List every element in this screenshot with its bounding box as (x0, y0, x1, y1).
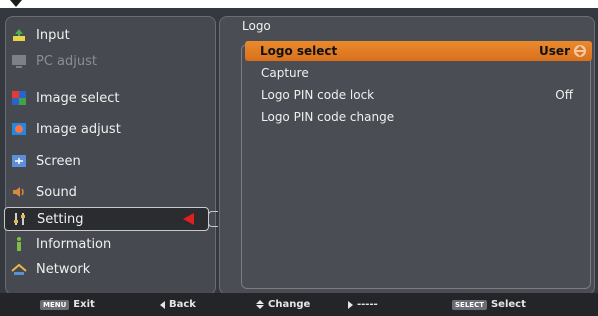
hint-back: Back (160, 299, 196, 310)
sound-icon (10, 183, 28, 201)
hint-exit: MENU Exit (40, 299, 95, 310)
hint-change-label: Change (268, 299, 311, 310)
select-key-icon: SELECT (452, 299, 487, 310)
menu-item-label: Sound (36, 184, 77, 200)
up-down-icon[interactable] (574, 45, 586, 57)
pc-adjust-icon (10, 52, 28, 70)
input-icon (10, 26, 28, 44)
hint-select-label: Select (490, 299, 526, 310)
network-icon (10, 260, 28, 278)
scroll-up-icon[interactable] (10, 0, 22, 7)
osd-menu: Input PC adjust Image select Image adjus… (0, 8, 598, 316)
hint-exit-label: Exit (73, 299, 95, 310)
selected-arrow-icon (183, 213, 194, 225)
row-logo-pin-code-lock[interactable]: Logo PIN code lock Off (243, 85, 591, 105)
row-label: Logo PIN code change (261, 110, 395, 124)
row-label: Capture (261, 66, 309, 80)
menu-item-label: Network (36, 261, 91, 277)
menu-item-label: Screen (36, 153, 81, 169)
menu-item-image-select[interactable]: Image select (4, 85, 204, 111)
menu-item-image-adjust[interactable]: Image adjust (4, 116, 204, 142)
menu-item-screen[interactable]: Screen (4, 148, 204, 174)
menu-item-input[interactable]: Input (4, 22, 204, 48)
row-logo-select[interactable]: Logo select User (245, 41, 592, 61)
menu-key-icon: MENU (40, 299, 70, 310)
menu-item-label: Input (36, 27, 70, 43)
top-band (0, 0, 598, 8)
right-arrow-icon (348, 300, 353, 309)
menu-item-label: Image select (36, 90, 120, 106)
image-select-icon (10, 89, 28, 107)
row-logo-pin-code-change[interactable]: Logo PIN code change (243, 107, 591, 127)
information-icon (10, 235, 28, 253)
menu-item-pc-adjust[interactable]: PC adjust (4, 48, 204, 74)
menu-item-label: PC adjust (36, 53, 97, 69)
hint-change: Change (256, 299, 310, 310)
menu-item-information[interactable]: Information (4, 231, 204, 257)
hint-next: ----- (348, 299, 378, 310)
menu-item-label: Information (36, 236, 112, 252)
screen-icon (10, 152, 28, 170)
hint-back-label: Back (169, 299, 196, 310)
image-adjust-icon (10, 120, 28, 138)
menu-item-label: Setting (37, 211, 84, 227)
row-value: Off (555, 88, 573, 102)
row-label: Logo select (260, 44, 338, 58)
selection-connector (208, 211, 218, 227)
menu-item-sound[interactable]: Sound (4, 179, 204, 205)
footer-hint-bar: MENU Exit Back Change ----- SELECT Selec… (0, 293, 598, 316)
hint-next-label: ----- (357, 299, 378, 310)
up-down-arrow-icon (256, 300, 264, 309)
hint-select: SELECT Select (452, 299, 526, 310)
left-arrow-icon (160, 300, 165, 309)
row-capture[interactable]: Capture (243, 63, 591, 83)
menu-item-network[interactable]: Network (4, 256, 204, 282)
submenu-title: Logo (242, 19, 271, 33)
setting-icon (11, 210, 29, 228)
row-value: User (539, 44, 570, 58)
menu-item-label: Image adjust (36, 121, 121, 137)
row-label: Logo PIN code lock (261, 88, 375, 102)
menu-item-setting[interactable]: Setting (4, 207, 209, 231)
